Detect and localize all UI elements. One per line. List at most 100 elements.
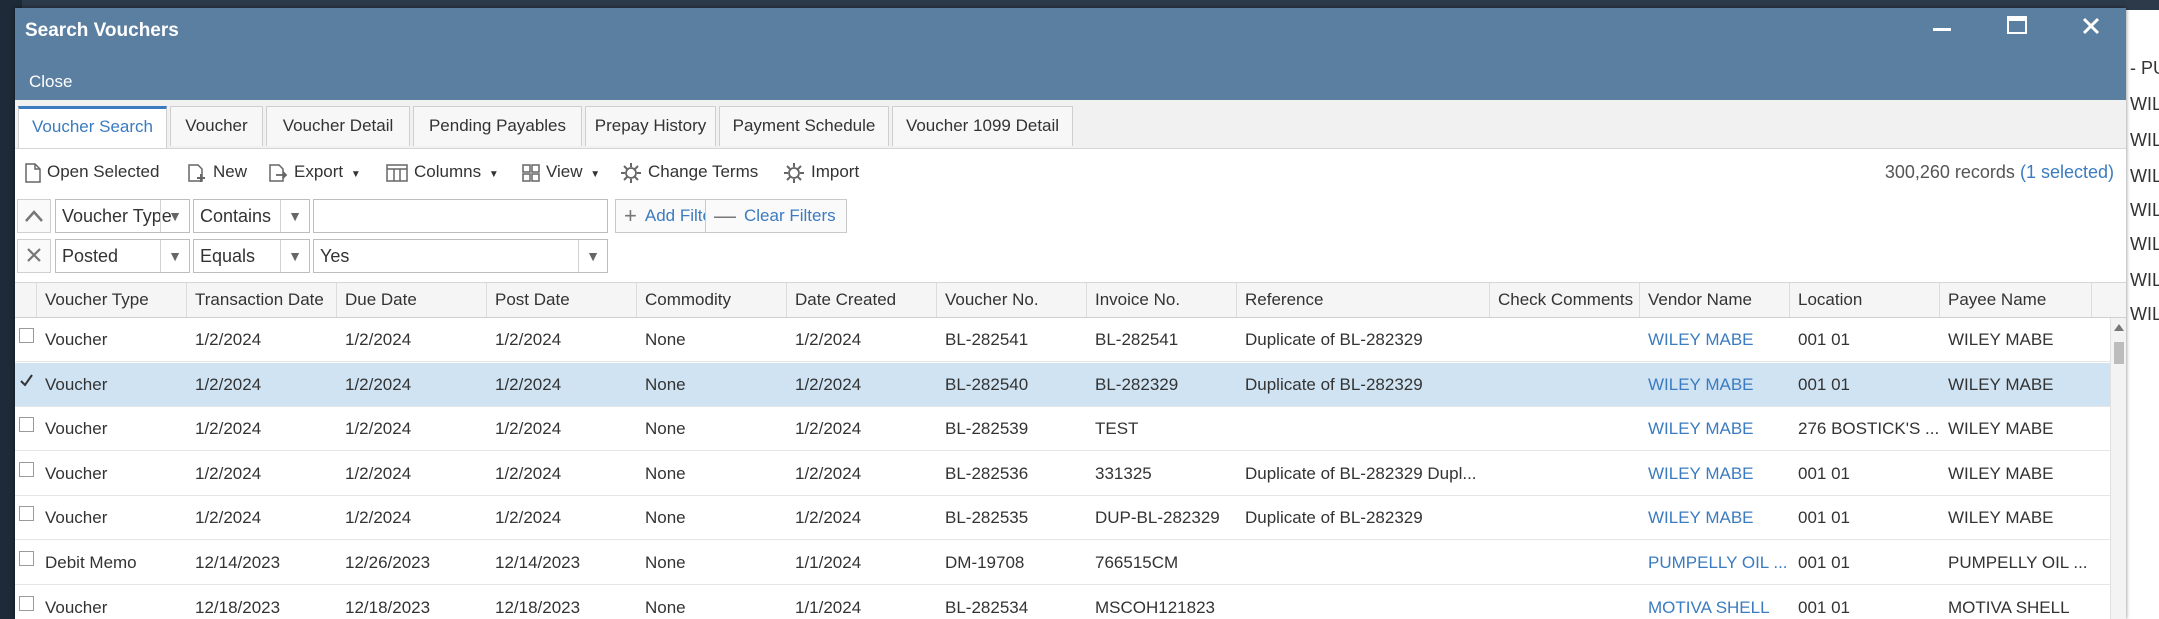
cell-voucher-type: Voucher — [45, 330, 108, 349]
selected-count-link[interactable]: (1 selected) — [2020, 162, 2114, 182]
cell-vendor-name[interactable]: WILEY MABE — [1640, 318, 1790, 362]
cell-reference: Duplicate of BL-282329 — [1245, 508, 1423, 528]
cell-location: 001 01 — [1798, 597, 1850, 617]
filter-operator-select[interactable]: Equals ▼ — [193, 239, 310, 273]
table-row[interactable]: Voucher 1/2/2024 1/2/2024 1/2/2024 None 1/2/2… — [15, 407, 2110, 452]
cell-location: 001 01 — [1798, 374, 1850, 394]
table-row[interactable]: Voucher 1/2/2024 1/2/2024 1/2/2024 None 1/2/2… — [15, 318, 2110, 362]
column-header-due-date[interactable]: Due Date — [337, 283, 487, 317]
collapse-filters-button[interactable] — [17, 199, 51, 233]
tab-pending-payables[interactable]: Pending Payables — [413, 106, 582, 146]
remove-filter-button[interactable] — [17, 239, 51, 273]
cell-vendor-name[interactable]: WILEY MABE — [1640, 452, 1790, 496]
column-header-invoice-no[interactable]: Invoice No. — [1087, 283, 1237, 317]
cell-check-comments — [1490, 452, 1640, 496]
close-button[interactable]: Close — [29, 72, 72, 92]
tab-payment-schedule[interactable]: Payment Schedule — [719, 106, 889, 146]
cell-payee-name: WILEY MABE — [1948, 374, 2054, 394]
column-header-date-created[interactable]: Date Created — [787, 283, 937, 317]
tab-voucher-1099-detail[interactable]: Voucher 1099 Detail — [892, 106, 1073, 146]
cell-transaction-date: 12/18/2023 — [195, 597, 281, 617]
row-checkbox[interactable] — [19, 551, 34, 566]
row-checkbox[interactable] — [19, 328, 34, 343]
column-header-payee-name[interactable]: Payee Name — [1940, 283, 2092, 317]
chevron-down-icon: ▼ — [350, 169, 361, 180]
search-vouchers-window: Search Vouchers Close Voucher Search Vou… — [15, 8, 2126, 619]
grid-view-icon — [522, 163, 540, 182]
column-header-location[interactable]: Location — [1790, 283, 1940, 317]
cell-post-date: 1/2/2024 — [495, 508, 562, 528]
column-header-voucher-type[interactable]: Voucher Type — [37, 283, 187, 317]
column-header-transaction-date[interactable]: Transaction Date — [187, 283, 337, 317]
row-checkbox[interactable] — [19, 461, 34, 477]
filter-field-select[interactable]: Voucher Type ▼ — [55, 199, 190, 233]
filter-value-select[interactable]: Yes ▼ — [313, 239, 608, 273]
chevron-down-icon: ▼ — [488, 169, 499, 180]
view-button[interactable]: View ▼ — [522, 158, 600, 186]
new-button[interactable]: New — [187, 158, 247, 186]
open-selected-button[interactable]: Open Selected — [25, 158, 159, 186]
row-checkbox[interactable] — [19, 417, 34, 433]
table-row[interactable]: Voucher 1/2/2024 1/2/2024 1/2/2024 None 1/2/2… — [15, 496, 2110, 541]
export-button[interactable]: Export ▼ — [268, 158, 361, 186]
cell-voucher-type: Voucher — [45, 508, 108, 528]
import-button[interactable]: Import — [783, 158, 859, 186]
tab-voucher-search[interactable]: Voucher Search — [18, 106, 167, 148]
columns-button[interactable]: Columns ▼ — [386, 158, 499, 186]
cell-vendor-name[interactable]: MOTIVA SHELL — [1640, 586, 1790, 619]
filter-operator-select[interactable]: Contains ▼ — [193, 199, 310, 233]
table-row[interactable]: Voucher 1/2/2024 1/2/2024 1/2/2024 None 1/2/2… — [15, 362, 2110, 407]
plus-icon: + — [624, 203, 637, 228]
cell-reference — [1237, 407, 1490, 451]
cell-due-date: 1/2/2024 — [345, 508, 412, 528]
cell-payee-name: WILEY MABE — [1948, 463, 2054, 483]
row-checkbox[interactable] — [19, 506, 34, 522]
cell-voucher-type: Debit Memo — [45, 553, 137, 572]
column-header-post-date[interactable]: Post Date — [487, 283, 637, 317]
chevron-down-icon: ▼ — [280, 240, 309, 272]
column-header-reference[interactable]: Reference — [1237, 283, 1490, 317]
close-icon[interactable] — [2073, 14, 2109, 44]
scroll-up-icon[interactable] — [2114, 324, 2124, 331]
cell-transaction-date: 12/14/2023 — [195, 553, 281, 572]
cell-check-comments — [1490, 496, 1640, 540]
table-row[interactable]: Debit Memo 12/14/2023 12/26/2023 12/14/2023… — [15, 541, 2110, 585]
cell-due-date: 1/2/2024 — [345, 374, 412, 394]
minimize-icon[interactable] — [1924, 14, 1960, 44]
cell-vendor-name[interactable]: WILEY MABE — [1640, 363, 1790, 407]
cell-vendor-name[interactable]: WILEY MABE — [1640, 407, 1790, 451]
row-checkbox[interactable] — [19, 373, 34, 388]
filter-field-select[interactable]: Posted ▼ — [55, 239, 190, 273]
cell-commodity: None — [645, 330, 686, 349]
column-header-voucher-no[interactable]: Voucher No. — [937, 283, 1087, 317]
column-header-vendor-name[interactable]: Vendor Name — [1640, 283, 1790, 317]
tab-prepay-history[interactable]: Prepay History — [585, 106, 716, 146]
open-selected-label: Open Selected — [47, 162, 160, 181]
cell-invoice-no: DUP-BL-282329 — [1095, 508, 1220, 528]
clear-filters-label: Clear Filters — [744, 206, 836, 225]
cell-vendor-name[interactable]: WILEY MABE — [1640, 496, 1790, 540]
column-header-commodity[interactable]: Commodity — [637, 283, 787, 317]
column-header-check-comments[interactable]: Check Comments — [1490, 283, 1640, 317]
filter-value-input[interactable] — [313, 199, 608, 233]
scrollbar-thumb[interactable] — [2114, 342, 2124, 364]
tab-voucher-detail[interactable]: Voucher Detail — [266, 106, 410, 146]
cell-date-created: 1/2/2024 — [795, 419, 862, 439]
cell-vendor-name[interactable]: PUMPELLY OIL ... — [1640, 541, 1790, 585]
chevron-up-icon — [25, 210, 43, 222]
change-terms-button[interactable]: Change Terms — [620, 158, 758, 186]
new-label: New — [213, 162, 248, 181]
maximize-icon[interactable] — [1999, 14, 2035, 44]
view-label: View — [546, 162, 583, 181]
gear-icon — [784, 162, 804, 183]
table-row[interactable]: Voucher 12/18/2023 12/18/2023 12/18/2023 Non… — [15, 586, 2110, 619]
row-checkbox[interactable] — [19, 595, 34, 611]
cell-date-created: 1/2/2024 — [795, 330, 862, 349]
tab-bar: Voucher Search Voucher Voucher Detail Pe… — [15, 100, 2126, 149]
clear-filters-button[interactable]: — Clear Filters — [705, 199, 847, 233]
vertical-scrollbar[interactable] — [2110, 318, 2126, 619]
table-row[interactable]: Voucher 1/2/2024 1/2/2024 1/2/2024 None 1/2/2… — [15, 452, 2110, 496]
select-all-column[interactable] — [15, 283, 37, 317]
tab-voucher[interactable]: Voucher — [170, 106, 263, 146]
cell-commodity: None — [645, 463, 686, 483]
